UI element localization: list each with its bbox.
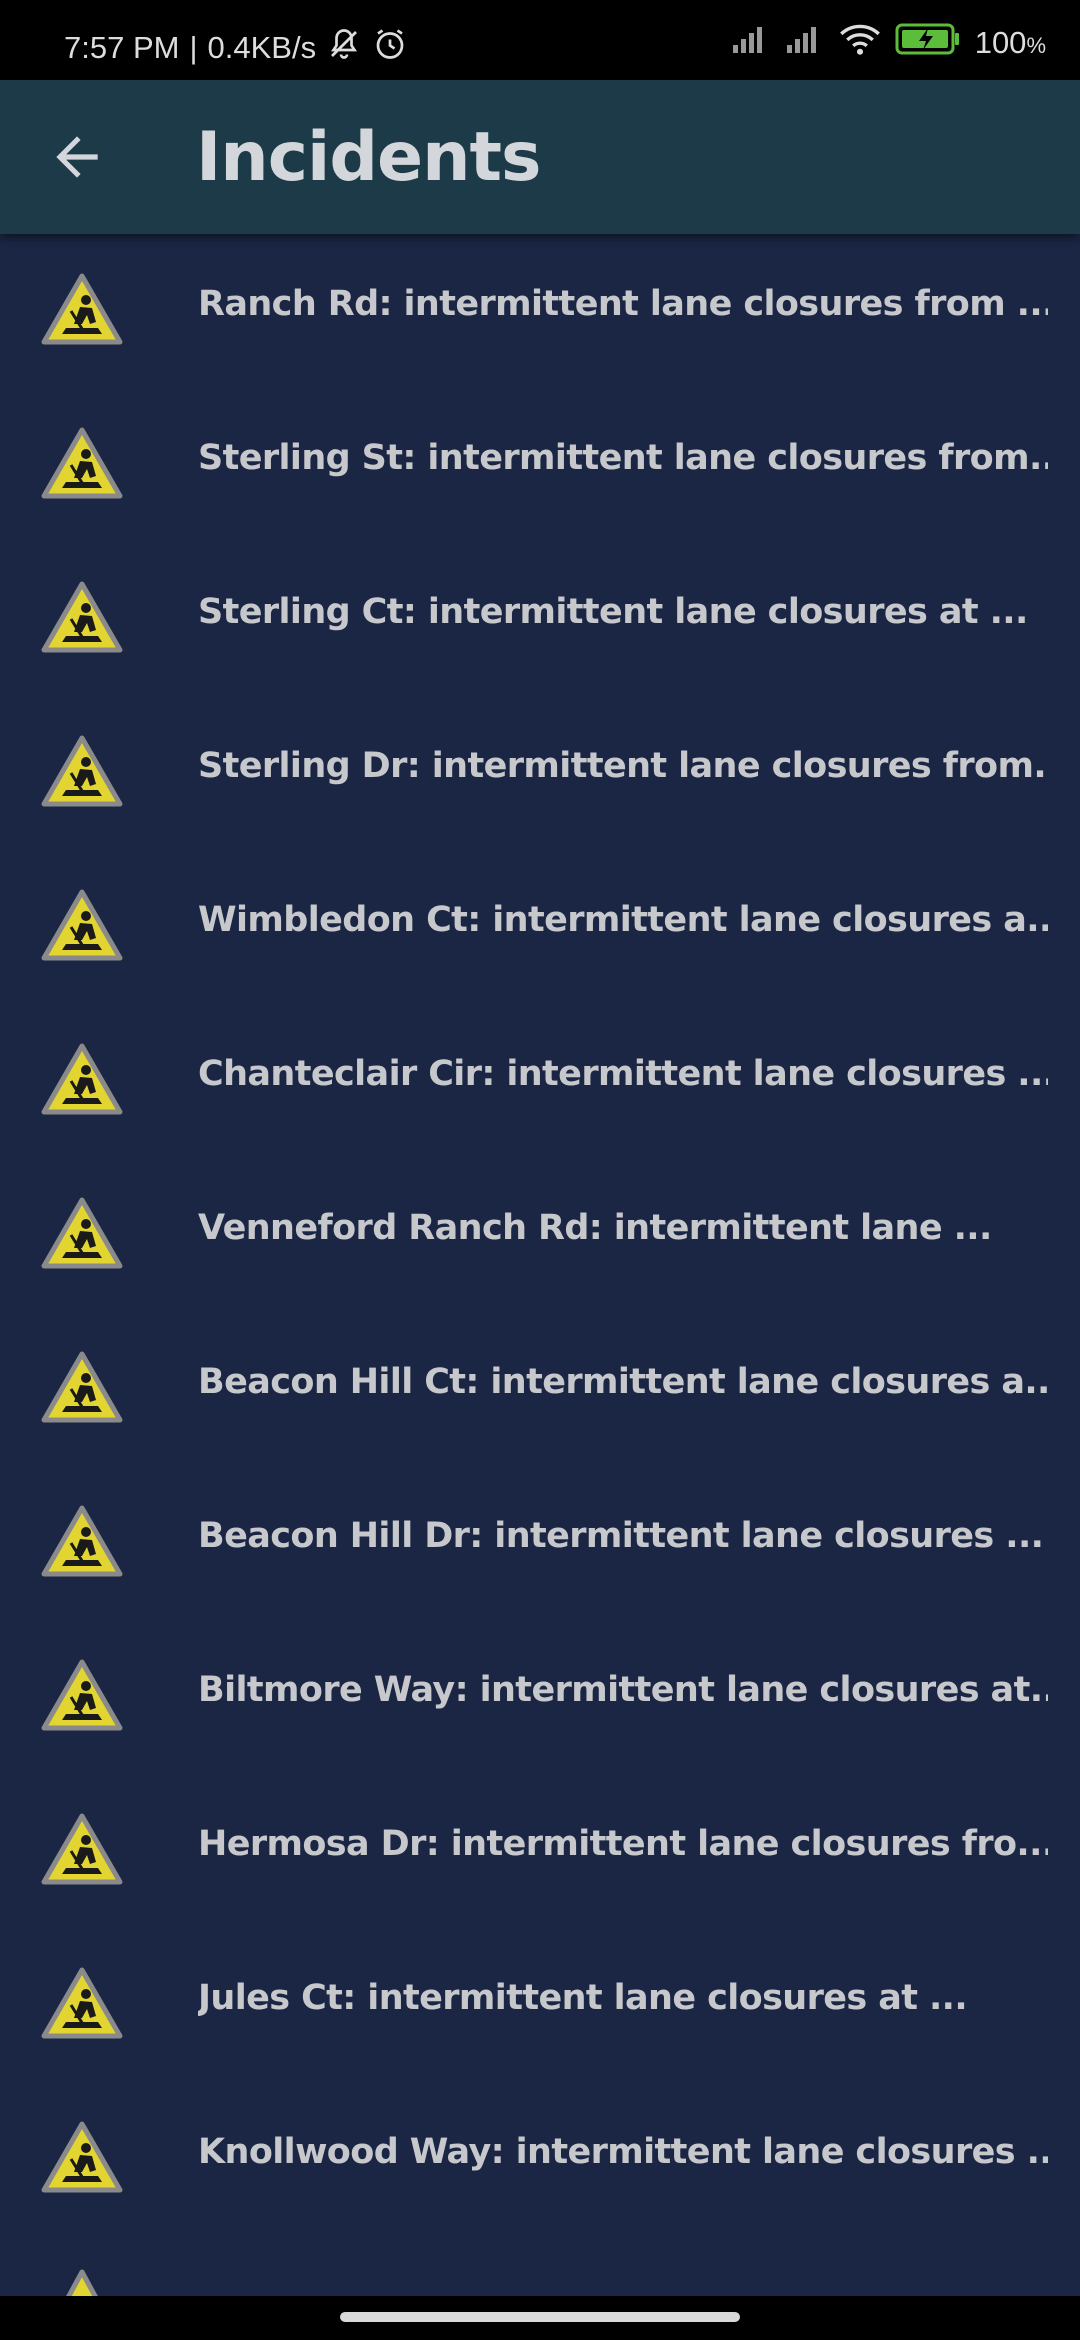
road-work-icon [40, 732, 124, 812]
road-work-icon [40, 270, 124, 350]
battery-percent: 100% [975, 25, 1046, 61]
home-indicator[interactable] [340, 2312, 740, 2322]
incident-label: Biltmore Way: intermittent lane closures… [198, 1670, 1048, 1710]
incident-item[interactable]: Biltmore Way: intermittent lane closures… [0, 1620, 1080, 1774]
alarm-icon [372, 26, 408, 70]
incident-item[interactable]: Sterling Dr: intermittent lane closures … [0, 696, 1080, 850]
incident-item[interactable]: Beacon Hill Ct: intermittent lane closur… [0, 1312, 1080, 1466]
road-work-icon [40, 1964, 124, 2044]
road-work-icon [40, 424, 124, 504]
signal-icon [731, 23, 771, 63]
back-button[interactable] [46, 126, 108, 188]
page-title: Incidents [196, 118, 542, 197]
road-work-icon [40, 2118, 124, 2198]
incident-label: Sterling Dr: intermittent lane closures … [198, 746, 1048, 786]
incident-label: Sterling Ct: intermittent lane closures … [198, 592, 1028, 632]
battery-percent-unit: % [1026, 33, 1046, 58]
incident-label: Chanteclair Cir: intermittent lane closu… [198, 1054, 1048, 1094]
incident-item[interactable]: Venneford Ranch Rd: intermittent lane ..… [0, 1158, 1080, 1312]
screen: 7:57 PM | 0.4KB/s 100% Incidents Ranch R… [0, 0, 1080, 2340]
mute-icon [326, 26, 362, 70]
incident-label: Wimbledon Ct: intermittent lane closures… [198, 900, 1048, 940]
incident-label: Jules Ct: intermittent lane closures at … [198, 1978, 968, 2018]
incident-list[interactable]: Ranch Rd: intermittent lane closures fro… [0, 234, 1080, 2236]
incident-item[interactable]: Knollwood Way: intermittent lane closure… [0, 2082, 1080, 2236]
battery-percent-value: 100 [974, 25, 1027, 60]
status-right: 100% [731, 22, 1046, 64]
status-separator: | [189, 30, 198, 65]
incident-label: Beacon Hill Dr: intermittent lane closur… [198, 1516, 1044, 1556]
app-bar: Incidents [0, 80, 1080, 234]
incident-item[interactable]: Hermosa Dr: intermittent lane closures f… [0, 1774, 1080, 1928]
status-bar: 7:57 PM | 0.4KB/s 100% [0, 0, 1080, 80]
arrow-back-icon [56, 136, 98, 178]
incident-item[interactable]: Jules Ct: intermittent lane closures at … [0, 1928, 1080, 2082]
road-work-icon [40, 1502, 124, 1582]
road-work-icon [40, 1656, 124, 1736]
incident-item[interactable]: Sterling Ct: intermittent lane closures … [0, 542, 1080, 696]
incident-item[interactable]: Sterling St: intermittent lane closures … [0, 388, 1080, 542]
road-work-icon [40, 1194, 124, 1274]
network-speed: 0.4KB/s [207, 30, 317, 65]
road-work-icon [40, 1040, 124, 1120]
battery-charging-icon [895, 22, 961, 64]
incident-label: Knollwood Way: intermittent lane closure… [198, 2132, 1048, 2172]
signal-icon [785, 23, 825, 63]
road-work-icon [40, 886, 124, 966]
incident-label: Hermosa Dr: intermittent lane closures f… [198, 1824, 1048, 1864]
road-work-icon [40, 1348, 124, 1428]
incident-label: Ranch Rd: intermittent lane closures fro… [198, 284, 1048, 324]
road-work-icon [40, 578, 124, 658]
incident-label: Sterling St: intermittent lane closures … [198, 438, 1048, 478]
incident-label: Beacon Hill Ct: intermittent lane closur… [198, 1362, 1048, 1402]
status-left: 7:57 PM | 0.4KB/s [64, 26, 408, 70]
incident-item[interactable]: Ranch Rd: intermittent lane closures fro… [0, 234, 1080, 388]
gesture-bar [0, 2296, 1080, 2340]
status-time: 7:57 PM [64, 30, 180, 65]
incident-item[interactable]: Beacon Hill Dr: intermittent lane closur… [0, 1466, 1080, 1620]
incident-item[interactable]: Wimbledon Ct: intermittent lane closures… [0, 850, 1080, 1004]
wifi-icon [839, 22, 881, 64]
incident-item[interactable]: Chanteclair Cir: intermittent lane closu… [0, 1004, 1080, 1158]
road-work-icon [40, 1810, 124, 1890]
incident-label: Venneford Ranch Rd: intermittent lane ..… [198, 1208, 992, 1248]
